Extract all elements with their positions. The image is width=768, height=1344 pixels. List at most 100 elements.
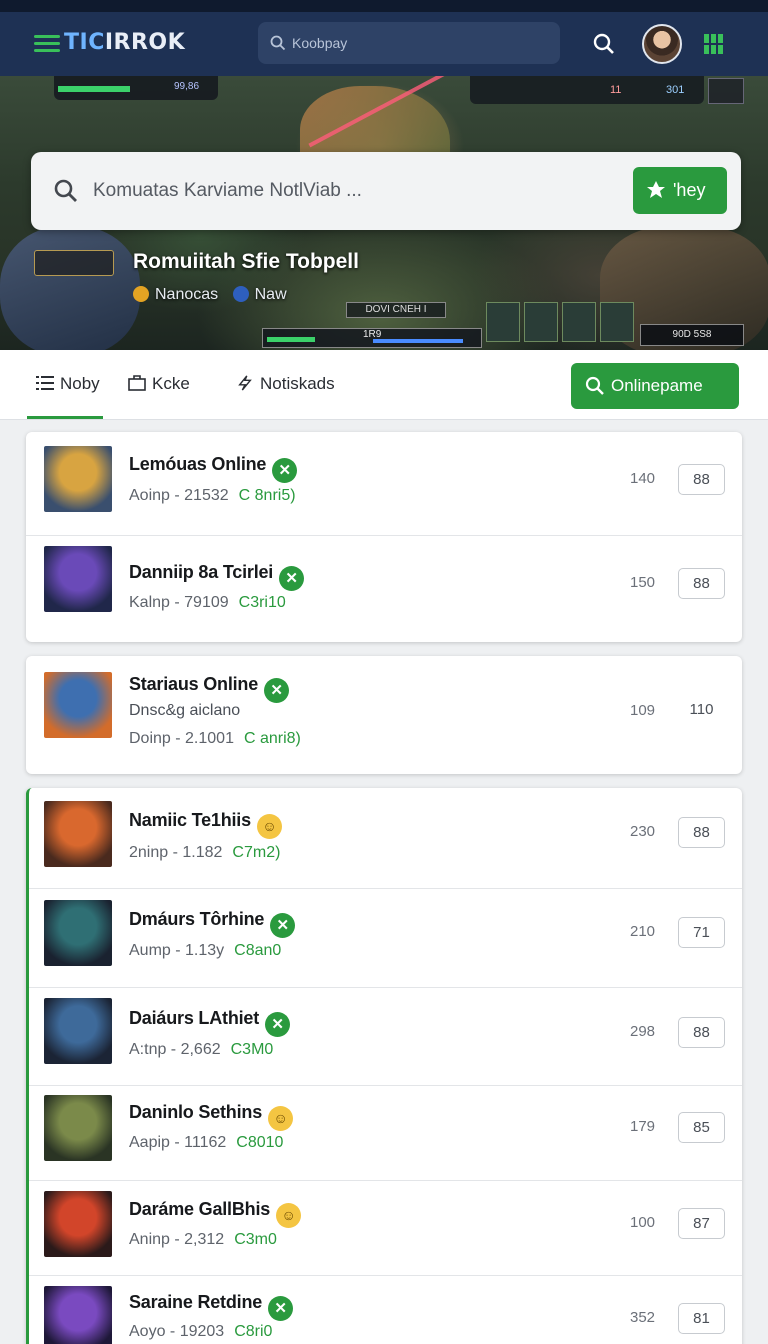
rating-pill[interactable]: 88 [678,1017,725,1048]
game-thumbnail[interactable] [44,1095,112,1161]
rating-pill[interactable]: 88 [678,568,725,599]
game-row[interactable]: Daiáurs LAthiet ✕ A:tnp - 2,662 C3M0 298 8… [29,988,742,1086]
game-subtitle: Aninp - 2,312 C3m0 [129,1231,277,1248]
game-card-group-3: Namiic Te1hiis ☺ 2ninp - 1.182 C7m2) 230 8… [26,788,742,1344]
top-search-placeholder: Koobpay [292,35,348,51]
rating-pill[interactable]: 87 [678,1208,725,1239]
rating-pill[interactable]: 85 [678,1112,725,1143]
tab-label: Noby [60,374,100,393]
game-tag: C7m2) [232,844,281,861]
game-thumbnail[interactable] [44,446,112,512]
game-tag: C3m0 [234,1231,277,1248]
bag-icon [128,375,146,391]
rating-pill[interactable]: 88 [678,817,725,848]
hud-minimap [708,78,744,104]
hero-meta: Nanocas Naw [133,286,287,304]
tab-bar: Noby Kcke Notiskads Onlinepame [0,350,768,420]
hero-search-button[interactable]: 'hey [633,167,727,214]
game-title[interactable]: Namiic Te1hiis ☺ [129,810,282,839]
health-bar [58,86,130,92]
tab-label: Kcke [152,374,190,393]
player-count: 150 [630,574,656,591]
game-thumbnail[interactable] [44,801,112,867]
tab-label: Notiskads [260,374,335,393]
game-subtitle: A:tnp - 2,662 C3M0 [129,1041,274,1058]
game-thumbnail[interactable] [44,1286,112,1344]
search-icon [54,179,77,202]
top-search-input[interactable]: Koobpay [258,22,560,64]
game-description: Dnsc&g aiclano [129,702,241,719]
verified-badge-icon: ✕ [265,1012,291,1037]
game-thumbnail[interactable] [44,672,112,738]
game-title[interactable]: Dmáurs Tôrhine ✕ [129,909,296,938]
hud-health: 99,86 [54,76,218,100]
active-tab-indicator [27,416,103,419]
game-title[interactable]: Danniip 8a Tcirlei ✕ [129,562,305,591]
tab-notiskads[interactable]: Notiskads [236,374,335,394]
game-row[interactable]: Namiic Te1hiis ☺ 2ninp - 1.182 C7m2) 230 8… [29,788,742,889]
gamepad-icon [647,181,665,198]
game-title[interactable]: Saraine Retdine ✕ [129,1292,294,1321]
game-tag: C8an0 [234,942,282,959]
hero-banner: 99,86 11 301 Komuatas Karviame NotlViab … [0,76,768,350]
game-row[interactable]: Saraine Retdine ✕ Aoyo - 19203 C8ri0 352 8… [29,1276,742,1344]
game-subtitle: Aoyo - 19203 C8ri0 [129,1323,273,1340]
hud-progress-fill [267,337,315,342]
online-game-button[interactable]: Onlinepame [571,363,739,409]
grid-icon[interactable] [704,34,726,56]
game-row[interactable]: Dmáurs Tôrhine ✕ Aump - 1.13y C8an0 210 71 [29,889,742,988]
game-row[interactable]: Daráme GallBhis ☺ Aninp - 2,312 C3m0 100 8… [29,1181,742,1276]
game-thumbnail[interactable] [44,546,112,612]
game-row[interactable]: Stariaus Online ✕ Dnsc&g aiclano Doinp - … [26,656,742,774]
game-row[interactable]: Daninlo Sethins ☺ Aapip - 11162 C8010 179 … [29,1086,742,1181]
tab-noby[interactable]: Noby [36,374,100,394]
hud-center-label: DOVI CNEH I [346,302,446,318]
game-thumbnail[interactable] [44,1191,112,1257]
player-count: 179 [630,1118,656,1135]
list-icon [36,376,54,390]
game-title[interactable]: Daninlo Sethins ☺ [129,1102,294,1131]
rating-pill[interactable]: 81 [678,1303,725,1334]
game-tag: C8010 [236,1134,284,1151]
game-row[interactable]: Danniip 8a Tcirlei ✕ Kalnp - 79109 C3ri10 … [26,536,742,642]
verified-badge-icon: ✕ [272,458,298,483]
game-title[interactable]: Daráme GallBhis ☺ [129,1199,302,1228]
game-tag: C3ri10 [238,594,286,611]
hero-search-box[interactable]: Komuatas Karviame NotlViab ... 'hey [31,152,741,230]
player-count: 352 [630,1309,656,1326]
game-row[interactable]: Lemóuas Online ✕ Aoinp - 21532 C 8nri5) 14… [26,432,742,536]
rating-pill[interactable]: 110 [678,695,725,726]
search-icon[interactable] [592,32,616,56]
game-subtitle: Doinp - 2.1001 C anri8) [129,730,301,747]
game-thumbnail[interactable] [44,998,112,1064]
hamburger-icon[interactable] [34,35,60,53]
game-tag: C3M0 [230,1041,274,1058]
rating-pill[interactable]: 88 [678,464,725,495]
hero-meta-1: Nanocas [155,286,219,303]
avatar[interactable] [642,24,682,64]
game-thumbnail[interactable] [44,900,112,966]
logo-prefix: TIC [64,30,105,55]
hud-right-count: 11 [610,84,622,96]
lightning-icon [238,375,252,391]
game-tag: C anri8) [243,730,301,747]
hud-progress: 1R9 [262,328,482,348]
player-count: 109 [630,702,656,719]
rating-pill[interactable]: 71 [678,917,725,948]
player-count: 230 [630,823,656,840]
hero-meta-2: Naw [254,286,287,303]
player-count: 210 [630,923,656,940]
game-subtitle: Aapip - 11162 C8010 [129,1134,284,1151]
hero-art-left [0,226,140,350]
smile-badge-icon: ☺ [256,814,282,839]
game-card-group-2: Stariaus Online ✕ Dnsc&g aiclano Doinp - … [26,656,742,774]
app-logo[interactable]: TICIRROK [64,30,185,55]
game-subtitle: Kalnp - 79109 C3ri10 [129,594,286,611]
game-title[interactable]: Lemóuas Online ✕ [129,454,298,483]
coin-icon [133,286,149,302]
verified-badge-icon: ✕ [270,913,296,938]
tab-kcke[interactable]: Kcke [128,374,190,394]
game-title[interactable]: Stariaus Online ✕ [129,674,290,703]
game-subtitle: Aoinp - 21532 C 8nri5) [129,487,296,504]
game-title[interactable]: Daiáurs LAthiet ✕ [129,1008,291,1037]
